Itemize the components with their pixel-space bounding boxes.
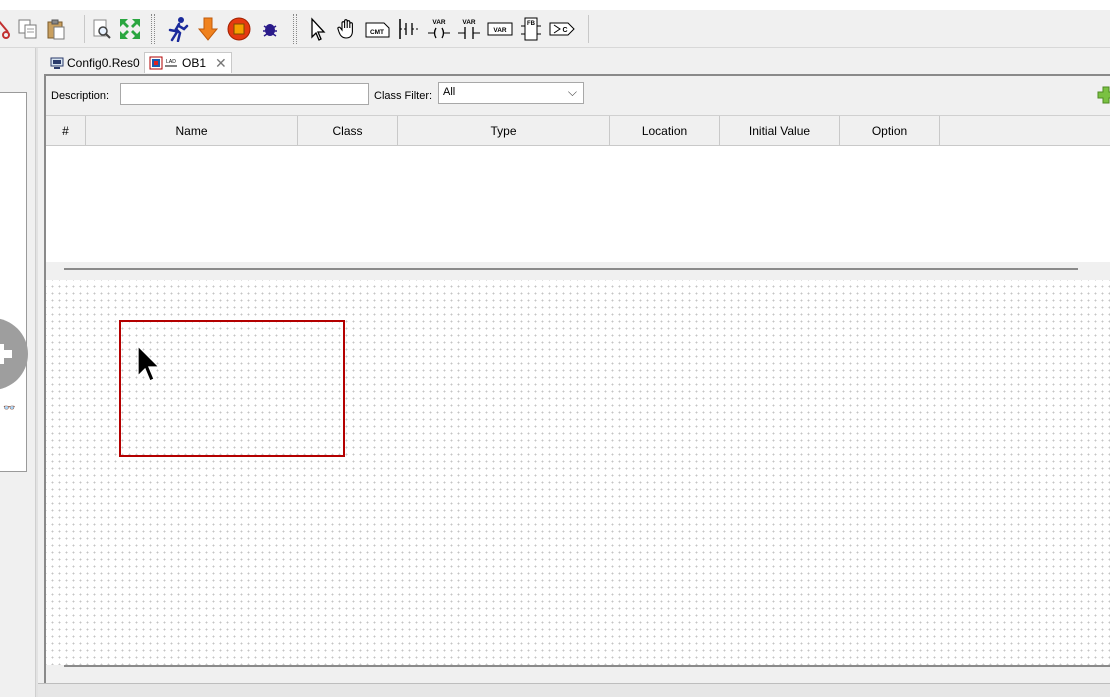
selection-rectangle (119, 320, 345, 457)
debug-button[interactable] (255, 14, 285, 44)
copy-button[interactable] (14, 14, 42, 44)
svg-text:LAD: LAD (166, 59, 176, 65)
function-block-icon: FB (521, 17, 541, 41)
horizontal-scrollbar[interactable] (46, 665, 1110, 685)
select-tool-button[interactable] (302, 14, 332, 44)
fit-view-button[interactable] (116, 14, 144, 44)
plus-icon-vertical (0, 344, 4, 364)
svg-text:C: C (562, 27, 567, 34)
tab-label: Config0.Res0 (67, 55, 140, 70)
pointer-icon (311, 17, 326, 41)
toolbar-separator (84, 15, 85, 43)
column-header-location[interactable]: Location (610, 116, 720, 146)
paste-button[interactable] (42, 14, 70, 44)
class-filter-label: Class Filter: (374, 90, 433, 102)
toolbar-grip (151, 14, 153, 44)
magnifier-icon (93, 19, 111, 39)
expand-icon (120, 19, 140, 39)
mouse-pointer-icon (137, 344, 161, 382)
config-icon (50, 57, 64, 69)
variable-filter-row: Description: Class Filter: All ⌵ (46, 76, 1110, 116)
ladder-program-icon: LAD (149, 56, 177, 70)
svg-text:VAR: VAR (462, 19, 476, 26)
arrow-down-icon (197, 17, 219, 41)
panel-splitter[interactable] (35, 48, 38, 697)
tab-ob1[interactable]: LAD OB1 ✕ (144, 52, 232, 73)
column-header-index[interactable]: # (46, 116, 86, 146)
var-coil-icon: VAR (428, 19, 450, 39)
editor-tab-bar: Config0.Res0 LAD OB1 ✕ (44, 50, 1110, 74)
toolbar-grip (296, 14, 298, 44)
toolbar: CMT VAR VAR VAR FB C (0, 10, 1110, 48)
variable-table-header: # Name Class Type Location Initial Value… (46, 116, 1110, 146)
tab-label: OB1 (182, 56, 207, 70)
pan-tool-button[interactable] (332, 14, 362, 44)
contact-tool-button[interactable] (394, 14, 424, 44)
column-header-initial-value[interactable]: Initial Value (720, 116, 840, 146)
description-input[interactable] (120, 83, 369, 105)
add-variable-icon[interactable] (1096, 85, 1110, 105)
toolbar-grip (154, 14, 156, 44)
column-header-type[interactable]: Type (398, 116, 610, 146)
contact-icon (399, 19, 419, 39)
svg-text:FB: FB (527, 21, 536, 27)
chevron-down-icon: ⌵ (567, 85, 577, 99)
download-button[interactable] (193, 14, 223, 44)
column-header-option[interactable]: Option (840, 116, 940, 146)
toolbar-grip (293, 14, 295, 44)
class-filter-select[interactable]: All ⌵ (438, 82, 584, 104)
bug-icon (263, 24, 277, 37)
glasses-icon[interactable]: 👓 (3, 403, 15, 414)
editor-splitter[interactable] (46, 262, 1110, 280)
comment-icon: CMT (365, 22, 390, 38)
scissors-icon (0, 20, 10, 39)
var-contact-tool-button[interactable]: VAR (454, 14, 484, 44)
var-contact-icon: VAR (458, 19, 480, 39)
chip-button[interactable] (223, 14, 255, 44)
variable-table-body[interactable] (46, 146, 1110, 262)
svg-text:CMT: CMT (370, 29, 384, 36)
svg-text:VAR: VAR (493, 27, 507, 34)
chip-icon (227, 17, 251, 41)
connector-icon: C (549, 22, 575, 36)
running-man-icon (168, 17, 189, 42)
scrollbar-track-line (64, 665, 1110, 667)
close-icon[interactable]: ✕ (215, 55, 227, 72)
run-button[interactable] (163, 14, 193, 44)
function-block-tool-button[interactable]: FB (516, 14, 546, 44)
zoom-button[interactable] (88, 14, 116, 44)
paste-icon (47, 19, 65, 40)
left-side-panel: 👓 (0, 48, 28, 697)
cut-button[interactable] (0, 14, 14, 44)
toolbar-end-separator (588, 15, 589, 43)
svg-text:VAR: VAR (432, 19, 446, 26)
description-label: Description: (51, 90, 110, 102)
tab-config0-res0[interactable]: Config0.Res0 (46, 52, 144, 73)
connector-tool-button[interactable]: C (546, 14, 578, 44)
column-header-name[interactable]: Name (86, 116, 298, 146)
copy-icon (18, 19, 37, 39)
hand-icon (337, 19, 353, 39)
class-filter-value: All (443, 86, 456, 98)
project-tree-panel (0, 92, 27, 472)
var-coil-tool-button[interactable]: VAR (424, 14, 454, 44)
status-bar (38, 683, 1110, 697)
variable-tool-button[interactable]: VAR (484, 14, 516, 44)
window-top-strip (0, 0, 1110, 10)
comment-tool-button[interactable]: CMT (362, 14, 394, 44)
column-header-class[interactable]: Class (298, 116, 398, 146)
variable-icon: VAR (487, 22, 513, 36)
splitter-line (64, 268, 1078, 270)
